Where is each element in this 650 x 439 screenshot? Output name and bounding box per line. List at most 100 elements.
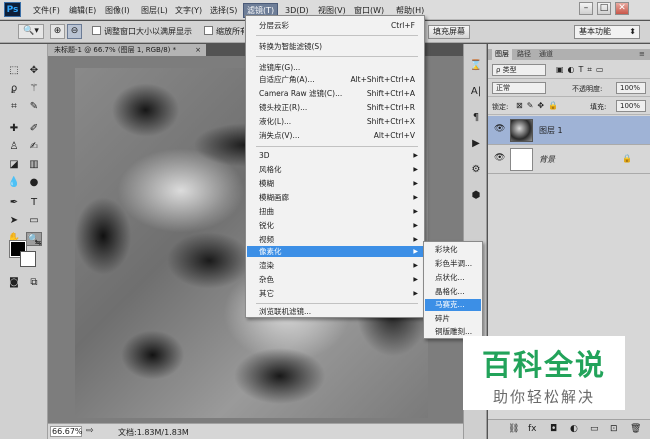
pixelate-item-fragment[interactable]: 碎片 [425, 313, 481, 325]
zoom-all-windows-checkbox[interactable]: 缩放所有窗口 [204, 25, 244, 39]
workspace-select[interactable]: 基本功能 ⬍ [574, 25, 640, 39]
filter-item-pixelate[interactable]: 像素化 ▶ [247, 246, 423, 257]
menu-layer[interactable]: 图层(L) [138, 4, 171, 17]
watermark-title: 百科全说 [481, 348, 606, 382]
menu-image[interactable]: 图像(I) [102, 4, 133, 17]
filter-item-camera-raw[interactable]: Camera Raw 滤镜(C)... Shift+Ctrl+A [247, 88, 423, 99]
zoom-tool-preset-icon[interactable]: 🔍▾ [18, 24, 44, 39]
character-panel-icon[interactable]: A| [467, 84, 485, 100]
type-tool-icon[interactable]: T [26, 196, 42, 210]
filter-item-video[interactable]: 视频 ▶ [247, 234, 423, 245]
resize-windows-checkbox[interactable]: 调整窗口大小以满屏显示 [92, 25, 192, 39]
document-tab[interactable]: 未标题-1 @ 66.7% (图层 1, RGB/8) * × [48, 44, 206, 56]
blend-mode-select[interactable]: 正常 [492, 82, 546, 94]
rectangle-tool-icon[interactable]: ▭ [26, 214, 42, 228]
filter-item-adaptive-wide-angle[interactable]: 自适应广角(A)... Alt+Shift+Ctrl+A [247, 74, 423, 85]
filter-item-3d[interactable]: 3D ▶ [247, 150, 423, 161]
quick-mask-icon[interactable]: ◙ [6, 276, 22, 290]
layer-row-layer1[interactable]: 👁 图层 1 [488, 116, 650, 145]
minimize-button[interactable]: – [579, 2, 593, 15]
gradient-tool-icon[interactable]: ▥ [26, 158, 42, 172]
actions-panel-icon[interactable]: ▶ [467, 136, 485, 152]
magic-wand-tool-icon[interactable]: ⚚ [26, 82, 42, 96]
adjustments-panel-icon[interactable]: ⚙ [467, 162, 485, 178]
filter-item-gallery[interactable]: 滤镜库(G)... [247, 62, 423, 73]
zoom-level-field[interactable]: 66.67% [50, 426, 83, 437]
filter-item-vanishing-point[interactable]: 消失点(V)... Alt+Ctrl+V [247, 130, 423, 141]
restore-button[interactable]: □ [597, 2, 611, 15]
tab-layers[interactable]: 图层 [492, 49, 512, 60]
zoom-in-icon[interactable]: ⊕ [50, 24, 65, 39]
panel-menu-icon[interactable]: ≡ [636, 49, 648, 60]
background-color-swatch[interactable] [20, 251, 36, 267]
new-layer-icon[interactable]: ⊡ [610, 424, 618, 434]
filter-item-last-filter[interactable]: 分层云彩 Ctrl+F [247, 20, 423, 31]
close-tab-icon[interactable]: × [195, 44, 201, 56]
menu-file[interactable]: 文件(F) [30, 4, 63, 17]
pen-tool-icon[interactable]: ✒ [6, 196, 22, 210]
3d-panel-icon[interactable]: ⬢ [467, 188, 485, 204]
delete-layer-icon[interactable]: 🗑 [630, 424, 641, 434]
opacity-field[interactable]: 100% [616, 82, 646, 94]
filter-item-other[interactable]: 其它 ▶ [247, 288, 423, 299]
visibility-eye-icon[interactable]: 👁 [494, 124, 505, 134]
fill-screen-button[interactable]: 填充屏幕 [428, 25, 470, 39]
filter-item-noise[interactable]: 杂色 ▶ [247, 274, 423, 285]
layer-style-icon[interactable]: fx [528, 424, 537, 434]
move-tool-icon[interactable]: ✥ [26, 64, 42, 78]
filter-item-stylize[interactable]: 风格化 ▶ [247, 164, 423, 175]
share-icon[interactable]: ⇨ [86, 426, 94, 436]
layer-row-background[interactable]: 👁 背景 🔒 [488, 145, 650, 174]
eyedropper-tool-icon[interactable]: ✎ [26, 100, 42, 114]
pixelate-submenu: 彩块化 彩色半调... 点状化... 晶格化... 马赛克... 碎片 铜版雕刻… [423, 241, 483, 339]
healing-brush-tool-icon[interactable]: ✚ [6, 122, 22, 136]
pixelate-item-pointillize[interactable]: 点状化... [425, 272, 481, 284]
crop-tool-icon[interactable]: ⌗ [6, 100, 22, 114]
filter-item-smart-filter[interactable]: 转换为智能滤镜(S) [247, 41, 423, 52]
filter-item-blur-gallery[interactable]: 模糊画廊 ▶ [247, 192, 423, 203]
eraser-tool-icon[interactable]: ◪ [6, 158, 22, 172]
document-size-info[interactable]: 文档:1.83M/1.83M [118, 427, 189, 438]
path-selection-tool-icon[interactable]: ➤ [6, 214, 22, 228]
link-layers-icon[interactable]: ⛓ [508, 424, 519, 434]
lock-options-icons[interactable]: ⊠✎✥🔒 [516, 101, 562, 110]
dodge-tool-icon[interactable]: ● [26, 176, 42, 190]
new-group-icon[interactable]: ▭ [590, 424, 599, 434]
layer-thumbnail [510, 119, 533, 142]
menu-edit[interactable]: 编辑(E) [66, 4, 99, 17]
zoom-out-icon[interactable]: ⊖ [67, 24, 82, 39]
menu-select[interactable]: 选择(S) [207, 4, 240, 17]
history-brush-tool-icon[interactable]: ✍ [26, 140, 42, 154]
menu-type[interactable]: 文字(Y) [172, 4, 205, 17]
screen-mode-icon[interactable]: ⧉ [26, 276, 42, 290]
clone-stamp-tool-icon[interactable]: ♙ [6, 140, 22, 154]
filter-item-sharpen[interactable]: 锐化 ▶ [247, 220, 423, 231]
submenu-arrow-icon: ▶ [413, 236, 418, 243]
layer-kind-filter[interactable]: ρ 类型 [492, 64, 546, 76]
filter-type-icons[interactable]: ▣◐T⌗▭ [556, 65, 608, 75]
close-window-button[interactable]: ✕ [615, 2, 629, 15]
tab-channels[interactable]: 通道 [536, 49, 556, 60]
pixelate-item-color-halftone[interactable]: 彩色半调... [425, 258, 481, 270]
visibility-eye-icon[interactable]: 👁 [494, 153, 505, 163]
blur-tool-icon[interactable]: 💧 [6, 176, 22, 190]
filter-item-distort[interactable]: 扭曲 ▶ [247, 206, 423, 217]
adjustment-layer-icon[interactable]: ◐ [570, 424, 578, 434]
pixelate-item-mosaic[interactable]: 马赛克... [425, 299, 481, 311]
filter-item-lens-correction[interactable]: 镜头校正(R)... Shift+Ctrl+R [247, 102, 423, 113]
pixelate-item-facet[interactable]: 彩块化 [425, 244, 481, 256]
brush-tool-icon[interactable]: ✐ [26, 122, 42, 136]
filter-item-render[interactable]: 渲染 ▶ [247, 260, 423, 271]
filter-item-liquify[interactable]: 液化(L)... Shift+Ctrl+X [247, 116, 423, 127]
history-panel-icon[interactable]: ⌛ [467, 58, 485, 74]
filter-item-blur[interactable]: 模糊 ▶ [247, 178, 423, 189]
fill-field[interactable]: 100% [616, 100, 646, 112]
filter-item-browse-online[interactable]: 浏览联机滤镜... [247, 306, 423, 317]
lasso-tool-icon[interactable]: ϼ [6, 82, 22, 96]
tab-paths[interactable]: 路径 [514, 49, 534, 60]
pixelate-item-crystallize[interactable]: 晶格化... [425, 286, 481, 298]
add-mask-icon[interactable]: ◘ [550, 424, 557, 434]
marquee-tool-icon[interactable]: ⬚ [6, 64, 22, 78]
paragraph-panel-icon[interactable]: ¶ [467, 110, 485, 126]
swap-colors-icon[interactable]: ⇆ [30, 236, 46, 250]
